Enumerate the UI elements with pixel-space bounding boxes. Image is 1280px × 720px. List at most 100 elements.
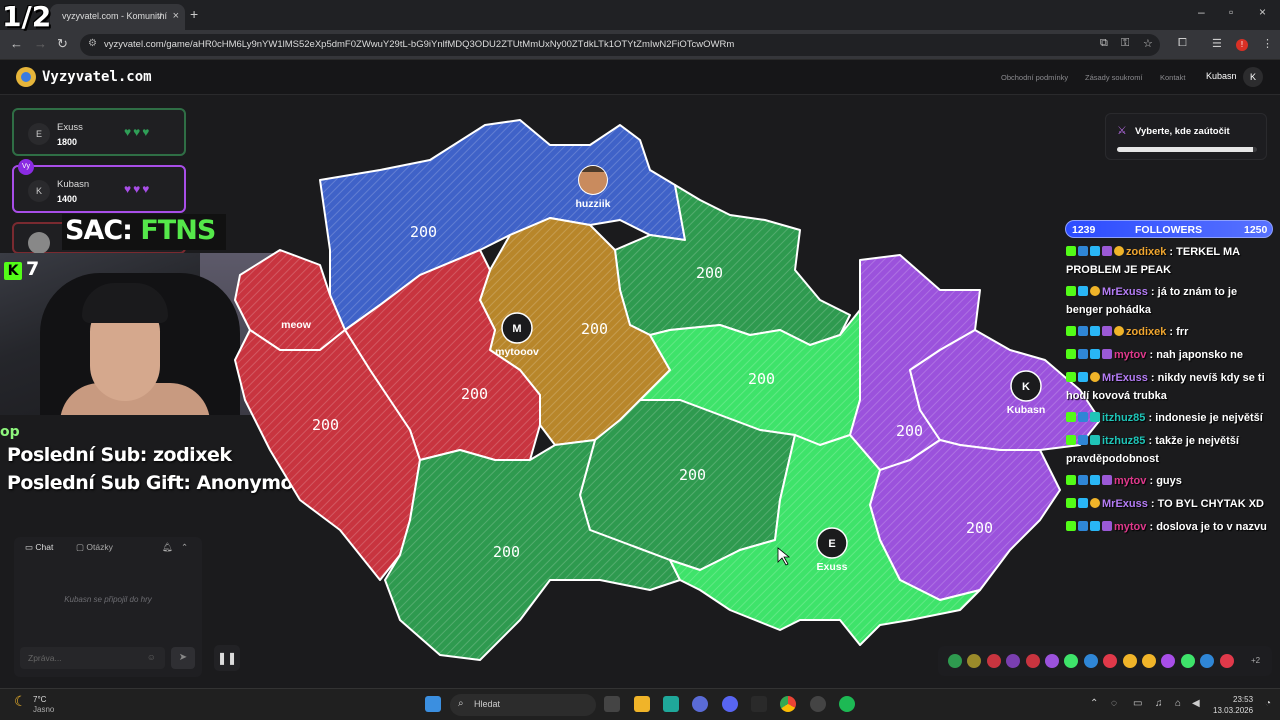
taskbar-search[interactable]: ⌕ Hledat [450,694,596,716]
chat-line: MrExuss : nikdy nevíš kdy se ti hodí kov… [1066,370,1276,405]
palette-color-dot[interactable] [1142,654,1156,668]
avatar[interactable]: K [1243,67,1263,87]
send-button[interactable]: ➤ [171,647,195,669]
profile-icon[interactable]: ! [1236,39,1248,51]
site-logo-text[interactable]: Vyzyvatel.com [42,69,152,85]
palette-color-dot[interactable] [1045,654,1059,668]
chat-username[interactable]: MrExuss [1102,286,1148,298]
palette-color-dot[interactable] [986,654,1001,668]
palette-color-dot[interactable] [967,654,982,668]
search-icon: ⌕ [458,698,464,709]
tray-icon[interactable]: ▭ [1133,698,1142,709]
install-icon[interactable]: ⧉ [1100,37,1108,50]
chat-line: zodixek : frr [1066,324,1276,342]
chat-input[interactable]: Zpráva... [20,647,165,669]
marker-meow[interactable]: meow [281,319,312,331]
clock[interactable]: 23:53 13.03.2026 [1213,694,1253,716]
bell-icon[interactable]: 🔔︎ [162,542,173,553]
marker-exuss[interactable]: E Exuss [816,527,848,573]
tab-questions[interactable]: ▢ Otázky [76,542,113,553]
cyan-badge-icon [1090,521,1100,531]
audio-icon[interactable]: ♪ [158,10,163,21]
chat-username[interactable]: mytov [1114,475,1146,487]
url-field[interactable]: ⚙ vyzyvatel.com/game/aHR0cHM6Ly9nYW1lMS5… [80,34,1160,56]
chat-badges [1066,520,1114,537]
palette-color-dot[interactable] [948,654,962,668]
window-close-icon[interactable]: × [1259,5,1266,19]
chat-text: TO BYL CHYTAK XD [1157,498,1264,510]
blue-badge-icon [1078,412,1088,422]
chat-separator: : [1145,435,1156,447]
volume-icon[interactable]: ◀ [1192,698,1200,709]
tray-icon[interactable]: ◌ [1111,698,1117,709]
close-icon[interactable]: × [173,10,179,22]
palette-color-dot[interactable] [1006,654,1021,668]
chat-line: mytov : guys [1066,473,1276,491]
chat-username[interactable]: zodixek [1126,246,1166,258]
discord-icon[interactable] [722,696,738,712]
chevron-up-icon[interactable]: ⌃ [181,542,188,553]
chat-username[interactable]: MrExuss [1102,372,1148,384]
last-sub: Poslední Sub: zodixek [7,444,232,466]
chat-separator: : [1146,475,1157,487]
bookmark-star-icon[interactable]: ☆ [1143,37,1153,50]
hearts-icon: ♥♥♥ [124,125,152,139]
back-icon[interactable]: ← [10,36,23,51]
key-icon[interactable]: ⚿ [1121,37,1129,50]
chat-username[interactable]: MrExuss [1102,498,1148,510]
app-icon[interactable] [692,696,708,712]
windows-start-icon[interactable] [425,696,441,712]
terms-link[interactable]: Obchodní podmínky [1001,73,1068,82]
palette-color-dot[interactable] [1025,654,1040,668]
spotify-icon[interactable] [839,696,855,712]
palette-color-dot[interactable] [1219,654,1234,668]
epic-games-icon[interactable] [751,696,767,712]
palette-more[interactable]: +2 [1251,656,1260,665]
app-icon[interactable] [810,696,826,712]
palette-color-dot[interactable] [1083,654,1098,668]
minimize-icon[interactable]: – [1198,5,1205,19]
palette-color-dot[interactable] [1064,654,1079,668]
notifications-icon[interactable]: ◔ [1265,698,1271,709]
media-icon[interactable]: ☰ [1212,37,1222,50]
palette-color-dot[interactable] [1122,654,1137,668]
player-avatar: K [28,180,50,202]
chat-username[interactable]: itzhuz85 [1102,412,1145,424]
palette-color-dot[interactable] [1161,654,1176,668]
reload-icon[interactable]: ↻ [57,36,68,52]
app-icon[interactable] [663,696,679,712]
logo-icon[interactable] [16,67,36,87]
gold-badge-icon [1090,286,1100,296]
site-info-icon[interactable]: ⚙ [88,38,97,49]
chat-username[interactable]: zodixek [1126,326,1166,338]
browser-tab[interactable]: vyzyvatel.com - Komunitní ♪ × [50,4,185,30]
forward-icon[interactable]: → [34,36,47,51]
privacy-link[interactable]: Zásady soukromí [1085,73,1143,82]
palette-color-dot[interactable] [1200,654,1215,668]
header-username[interactable]: Kubasn [1206,71,1237,81]
chrome-icon[interactable] [780,696,796,712]
purple-badge-icon [1102,521,1112,531]
chat-text: guys [1156,475,1182,487]
chat-line: MrExuss : TO BYL CHYTAK XD [1066,496,1276,514]
chat-username[interactable]: itzhuz85 [1102,435,1145,447]
file-explorer-icon[interactable] [634,696,650,712]
tab-chat[interactable]: ▭ Chat [25,542,53,553]
network-icon[interactable]: ⌂ [1175,698,1181,709]
player-avatar: E [28,123,50,145]
extensions-icon[interactable]: ⧠ [1178,37,1187,50]
chat-text: doslova je to v nazvu [1156,521,1267,533]
maximize-icon[interactable]: ▫ [1229,5,1233,19]
chat-username[interactable]: mytov [1114,521,1146,533]
chat-separator: : [1146,349,1157,361]
new-tab-icon[interactable]: + [190,6,198,22]
emoji-icon[interactable]: ☺ [147,652,156,662]
palette-color-dot[interactable] [1103,654,1118,668]
contact-link[interactable]: Kontakt [1160,73,1185,82]
chevron-up-icon[interactable]: ⌃ [1090,698,1098,709]
task-view-icon[interactable] [604,696,620,712]
chat-username[interactable]: mytov [1114,349,1146,361]
microphone-icon[interactable]: ♫ [1155,698,1163,709]
palette-color-dot[interactable] [1180,654,1195,668]
menu-dots-icon[interactable]: ⋮ [1262,37,1273,50]
